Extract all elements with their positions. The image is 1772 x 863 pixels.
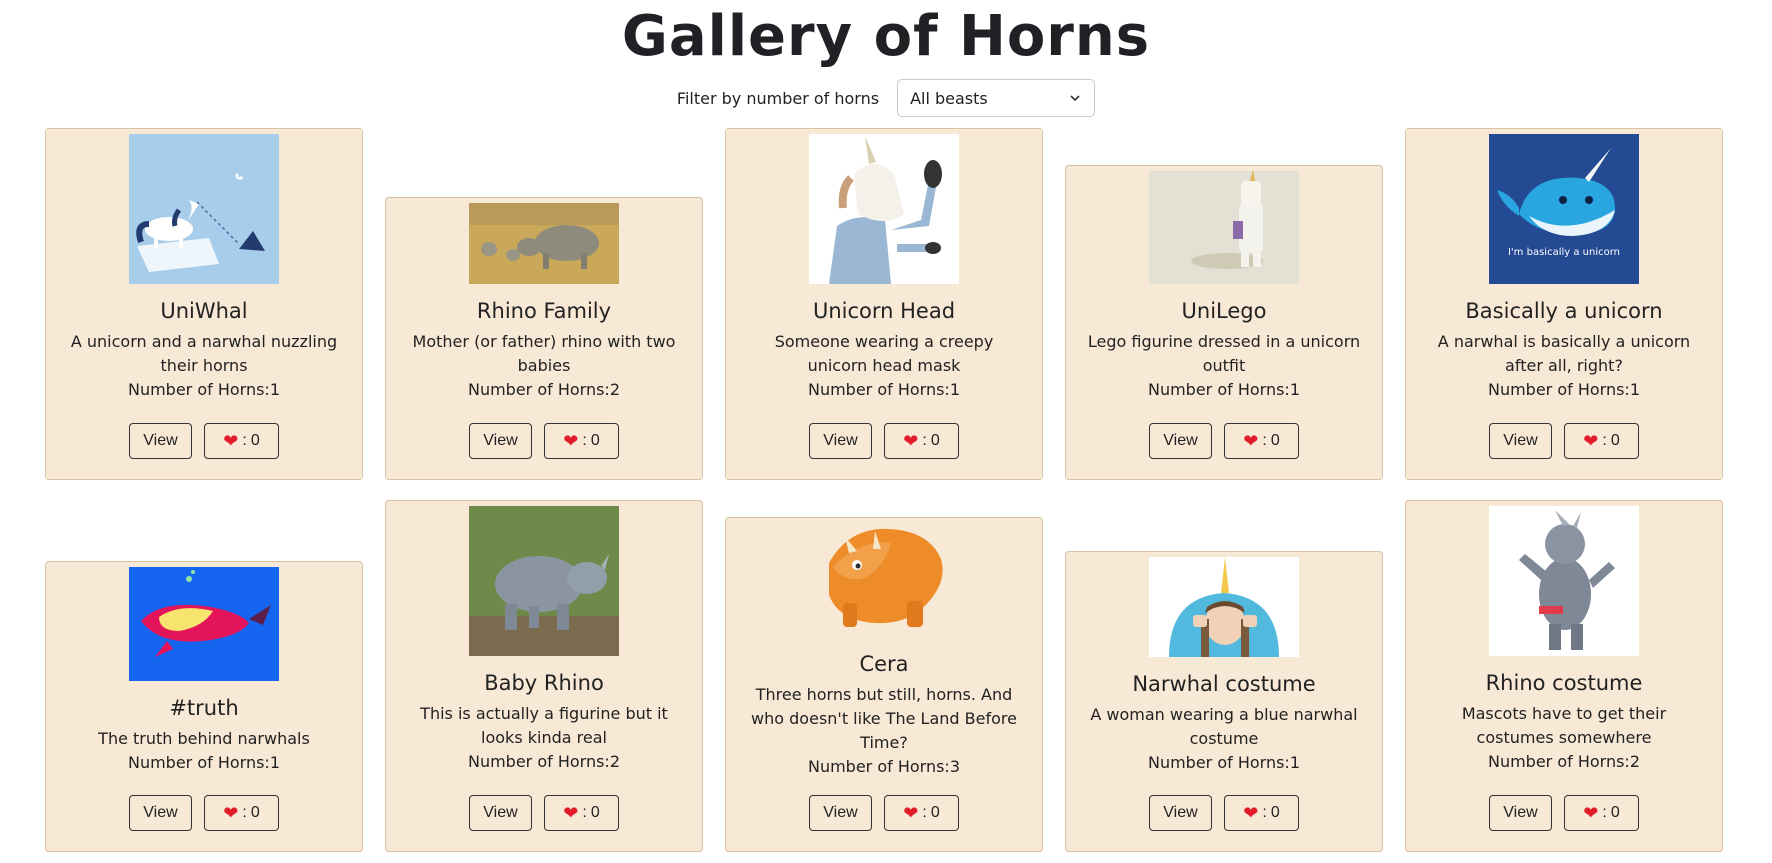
card-actions: View ❤: 0 bbox=[1406, 795, 1722, 831]
card-image bbox=[1489, 506, 1639, 656]
like-button[interactable]: ❤: 0 bbox=[204, 795, 279, 831]
card-actions: View ❤: 0 bbox=[1066, 423, 1382, 459]
gallery-card: Cera Three horns but still, horns. And w… bbox=[725, 517, 1043, 852]
card-image bbox=[129, 567, 279, 681]
heart-icon: ❤ bbox=[1583, 431, 1599, 451]
like-button[interactable]: ❤: 0 bbox=[884, 423, 959, 459]
card-image bbox=[469, 506, 619, 656]
card-description: Lego figurine dressed in a unicorn outfi… bbox=[1087, 332, 1361, 375]
view-button[interactable]: View bbox=[469, 795, 532, 831]
view-button[interactable]: View bbox=[1149, 795, 1212, 831]
view-button[interactable]: View bbox=[1149, 423, 1212, 459]
card-description: A narwhal is basically a unicorn after a… bbox=[1437, 332, 1691, 375]
card-actions: View ❤: 0 bbox=[46, 795, 362, 831]
card-description: Three horns but still, horns. And who do… bbox=[751, 685, 1017, 752]
card-actions: View ❤: 0 bbox=[386, 423, 702, 459]
like-button[interactable]: ❤: 0 bbox=[884, 795, 959, 831]
gallery: UniWhal A unicorn and a narwhal nuzzling… bbox=[0, 0, 1772, 863]
card-actions: View ❤: 0 bbox=[726, 795, 1042, 831]
card-actions: View ❤: 0 bbox=[1066, 795, 1382, 831]
card-image bbox=[809, 523, 959, 637]
like-button[interactable]: ❤: 0 bbox=[544, 795, 619, 831]
card-horn-count: Number of Horns:1 bbox=[127, 380, 281, 399]
card-horn-count: Number of Horns:1 bbox=[127, 753, 281, 772]
card-title: UniWhal bbox=[160, 299, 248, 323]
card-horn-count: Number of Horns:1 bbox=[1487, 380, 1641, 399]
card-description: Mascots have to get their costumes somew… bbox=[1461, 704, 1667, 747]
like-button[interactable]: ❤: 0 bbox=[1224, 423, 1299, 459]
card-description: Someone wearing a creepy unicorn head ma… bbox=[774, 332, 994, 375]
card-title: Narwhal costume bbox=[1132, 672, 1316, 696]
heart-icon: ❤ bbox=[903, 803, 919, 823]
card-title: #truth bbox=[169, 696, 239, 720]
card-horn-count: Number of Horns:2 bbox=[467, 752, 621, 771]
gallery-card: #truth The truth behind narwhals Number … bbox=[45, 561, 363, 852]
heart-icon: ❤ bbox=[1583, 803, 1599, 823]
card-image bbox=[809, 134, 959, 284]
card-title: Rhino costume bbox=[1485, 671, 1643, 695]
card-horn-count: Number of Horns:3 bbox=[807, 757, 961, 776]
heart-icon: ❤ bbox=[563, 803, 579, 823]
like-button[interactable]: ❤: 0 bbox=[1564, 423, 1639, 459]
view-button[interactable]: View bbox=[469, 423, 532, 459]
card-horn-count: Number of Horns:1 bbox=[1147, 380, 1301, 399]
card-description: This is actually a figurine but it looks… bbox=[420, 704, 668, 747]
card-actions: View ❤: 0 bbox=[1406, 423, 1722, 459]
gallery-card: Unicorn Head Someone wearing a creepy un… bbox=[725, 128, 1043, 480]
card-horn-count: Number of Horns:2 bbox=[467, 380, 621, 399]
card-description: Mother (or father) rhino with two babies bbox=[412, 332, 676, 375]
heart-icon: ❤ bbox=[223, 803, 239, 823]
card-horn-count: Number of Horns:2 bbox=[1487, 752, 1641, 771]
card-image bbox=[129, 134, 279, 284]
card-description: The truth behind narwhals bbox=[98, 729, 310, 748]
heart-icon: ❤ bbox=[903, 431, 919, 451]
gallery-card: UniLego Lego figurine dressed in a unico… bbox=[1065, 165, 1383, 480]
view-button[interactable]: View bbox=[129, 795, 192, 831]
card-title: Basically a unicorn bbox=[1465, 299, 1663, 323]
card-actions: View ❤: 0 bbox=[46, 423, 362, 459]
heart-icon: ❤ bbox=[1243, 431, 1259, 451]
view-button[interactable]: View bbox=[809, 795, 872, 831]
card-image bbox=[469, 203, 619, 284]
card-horn-count: Number of Horns:1 bbox=[807, 380, 961, 399]
heart-icon: ❤ bbox=[223, 431, 239, 451]
card-title: Unicorn Head bbox=[812, 299, 956, 323]
card-actions: View ❤: 0 bbox=[726, 423, 1042, 459]
card-title: Baby Rhino bbox=[484, 671, 604, 695]
card-actions: View ❤: 0 bbox=[386, 795, 702, 831]
card-image bbox=[1149, 171, 1299, 284]
view-button[interactable]: View bbox=[1489, 423, 1552, 459]
like-button[interactable]: ❤: 0 bbox=[1224, 795, 1299, 831]
heart-icon: ❤ bbox=[1243, 803, 1259, 823]
card-description: A unicorn and a narwhal nuzzling their h… bbox=[70, 332, 338, 375]
like-button[interactable]: ❤: 0 bbox=[544, 423, 619, 459]
card-title: UniLego bbox=[1181, 299, 1267, 323]
view-button[interactable]: View bbox=[1489, 795, 1552, 831]
card-horn-count: Number of Horns:1 bbox=[1147, 753, 1301, 772]
gallery-card: Narwhal costume A woman wearing a blue n… bbox=[1065, 551, 1383, 852]
card-description: A woman wearing a blue narwhal costume bbox=[1090, 705, 1358, 748]
like-button[interactable]: ❤: 0 bbox=[204, 423, 279, 459]
view-button[interactable]: View bbox=[129, 423, 192, 459]
card-title: Rhino Family bbox=[476, 299, 612, 323]
card-image bbox=[1149, 557, 1299, 657]
card-image: I'm basically a unicorn bbox=[1489, 134, 1639, 284]
heart-icon: ❤ bbox=[563, 431, 579, 451]
gallery-card: UniWhal A unicorn and a narwhal nuzzling… bbox=[45, 128, 363, 480]
gallery-card: Rhino Family Mother (or father) rhino wi… bbox=[385, 197, 703, 480]
gallery-card: Baby Rhino This is actually a figurine b… bbox=[385, 500, 703, 852]
view-button[interactable]: View bbox=[809, 423, 872, 459]
like-button[interactable]: ❤: 0 bbox=[1564, 795, 1639, 831]
gallery-card: Rhino costume Mascots have to get their … bbox=[1405, 500, 1723, 852]
gallery-card: I'm basically a unicorn Basically a unic… bbox=[1405, 128, 1723, 480]
svg-text:I'm basically a unicorn: I'm basically a unicorn bbox=[1508, 247, 1620, 258]
card-title: Cera bbox=[859, 652, 909, 676]
